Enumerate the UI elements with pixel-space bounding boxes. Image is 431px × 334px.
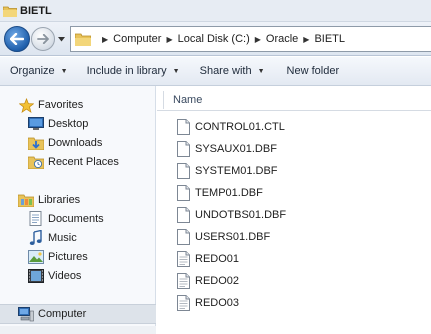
downloads-icon <box>28 135 44 151</box>
nav-desktop[interactable]: Desktop <box>28 116 88 132</box>
nav-downloads-label: Downloads <box>48 137 103 149</box>
command-toolbar: Organize ▼ Include in library ▼ Share wi… <box>0 57 431 86</box>
column-divider <box>163 91 164 109</box>
arrow-left-icon <box>10 33 24 45</box>
new-folder-label: New folder <box>286 65 340 77</box>
file-row[interactable]: TEMP01.DBF <box>177 183 263 203</box>
nav-videos[interactable]: Videos <box>28 268 81 284</box>
nav-documents-label: Documents <box>48 213 104 225</box>
breadcrumb-item-computer[interactable]: Computer <box>113 33 161 45</box>
chevron-right-icon[interactable]: ▶ <box>102 35 108 44</box>
address-row: ▶ Computer ▶ Local Disk (C:) ▶ Oracle ▶ … <box>0 22 431 56</box>
nav-favorites[interactable]: Favorites <box>18 97 83 113</box>
forward-button[interactable] <box>31 27 55 51</box>
document-lines-icon <box>177 295 190 311</box>
window-title: BIETL <box>20 4 52 17</box>
chevron-right-icon[interactable]: ▶ <box>166 35 172 44</box>
chevron-down-icon: ▼ <box>172 67 180 75</box>
share-with-button[interactable]: Share with ▼ <box>200 65 265 77</box>
recent-places-icon <box>28 154 44 170</box>
new-folder-button[interactable]: New folder <box>287 65 340 77</box>
file-name: UNDOTBS01.DBF <box>195 209 287 221</box>
nav-pictures-label: Pictures <box>48 251 88 263</box>
file-name: CONTROL01.CTL <box>195 121 285 133</box>
libraries-icon <box>18 192 34 208</box>
folder-icon <box>75 33 91 46</box>
documents-icon <box>28 211 44 227</box>
include-in-library-label: Include in library <box>86 65 167 77</box>
nav-documents[interactable]: Documents <box>28 211 104 227</box>
column-header-name-label: Name <box>173 93 203 106</box>
recent-pages-dropdown[interactable] <box>57 35 66 43</box>
breadcrumb-item-local-disk[interactable]: Local Disk (C:) <box>178 33 250 45</box>
nav-desktop-label: Desktop <box>48 118 89 130</box>
nav-pictures[interactable]: Pictures <box>28 249 88 265</box>
file-name: SYSTEM01.DBF <box>195 165 278 177</box>
desktop-icon <box>28 116 44 132</box>
file-row[interactable]: SYSAUX01.DBF <box>177 139 277 159</box>
chevron-down-icon <box>58 36 65 41</box>
file-row[interactable]: CONTROL01.CTL <box>177 117 285 137</box>
computer-icon <box>18 306 34 322</box>
file-icon <box>177 141 190 157</box>
back-button[interactable] <box>4 26 30 52</box>
nav-downloads[interactable]: Downloads <box>28 135 102 151</box>
share-with-label: Share with <box>199 65 252 77</box>
file-icon <box>177 119 190 135</box>
file-icon <box>177 229 190 245</box>
chevron-right-icon[interactable]: ▶ <box>255 35 261 44</box>
organize-label: Organize <box>10 65 55 77</box>
file-name: REDO02 <box>195 275 240 287</box>
nav-libraries-label: Libraries <box>38 194 81 206</box>
nav-favorites-label: Favorites <box>38 99 84 111</box>
address-bar[interactable]: ▶ Computer ▶ Local Disk (C:) ▶ Oracle ▶ … <box>70 26 431 52</box>
file-row[interactable]: UNDOTBS01.DBF <box>177 205 286 225</box>
breadcrumb: ▶ Computer ▶ Local Disk (C:) ▶ Oracle ▶ … <box>97 33 345 45</box>
file-name: TEMP01.DBF <box>195 187 263 199</box>
breadcrumb-item-bietl[interactable]: BIETL <box>314 33 345 45</box>
file-name: SYSAUX01.DBF <box>195 143 277 155</box>
file-row[interactable]: REDO01 <box>177 249 239 269</box>
file-name: USERS01.DBF <box>195 231 271 243</box>
chevron-right-icon[interactable]: ▶ <box>303 35 309 44</box>
file-name: REDO01 <box>195 253 240 265</box>
include-in-library-button[interactable]: Include in library ▼ <box>87 65 180 77</box>
file-row[interactable]: REDO03 <box>177 293 239 313</box>
file-name: REDO03 <box>195 297 240 309</box>
star-icon <box>18 97 34 113</box>
arrow-right-icon <box>37 34 49 44</box>
file-icon <box>177 163 190 179</box>
music-icon <box>28 230 44 246</box>
nav-computer-label: Computer <box>38 308 87 320</box>
document-lines-icon <box>177 251 190 267</box>
file-row[interactable]: SYSTEM01.DBF <box>177 161 278 181</box>
column-header-name[interactable]: Name <box>157 89 431 111</box>
folder-icon <box>3 6 17 17</box>
nav-music[interactable]: Music <box>28 230 77 246</box>
title-bar: BIETL <box>0 0 431 22</box>
chevron-down-icon: ▼ <box>257 67 265 75</box>
nav-videos-label: Videos <box>48 270 82 282</box>
file-icon <box>177 185 190 201</box>
file-list-pane: Name CONTROL01.CTL SYSAUX01.DBF SYSTEM01… <box>157 86 431 334</box>
navpane-bottom-edge <box>0 326 156 334</box>
breadcrumb-item-oracle[interactable]: Oracle <box>266 33 298 45</box>
nav-recent-places-label: Recent Places <box>48 156 119 168</box>
file-icon <box>177 207 190 223</box>
nav-computer[interactable]: Computer <box>18 306 86 322</box>
pictures-icon <box>28 249 44 265</box>
nav-music-label: Music <box>48 232 77 244</box>
nav-recent-places[interactable]: Recent Places <box>28 154 119 170</box>
document-lines-icon <box>177 273 190 289</box>
nav-libraries[interactable]: Libraries <box>18 192 80 208</box>
navigation-pane: Favorites Desktop Downloads Recent Place… <box>0 86 156 334</box>
videos-icon <box>28 268 44 284</box>
file-row[interactable]: USERS01.DBF <box>177 227 270 247</box>
file-row[interactable]: REDO02 <box>177 271 239 291</box>
organize-button[interactable]: Organize ▼ <box>10 65 68 77</box>
chevron-down-icon: ▼ <box>60 67 68 75</box>
